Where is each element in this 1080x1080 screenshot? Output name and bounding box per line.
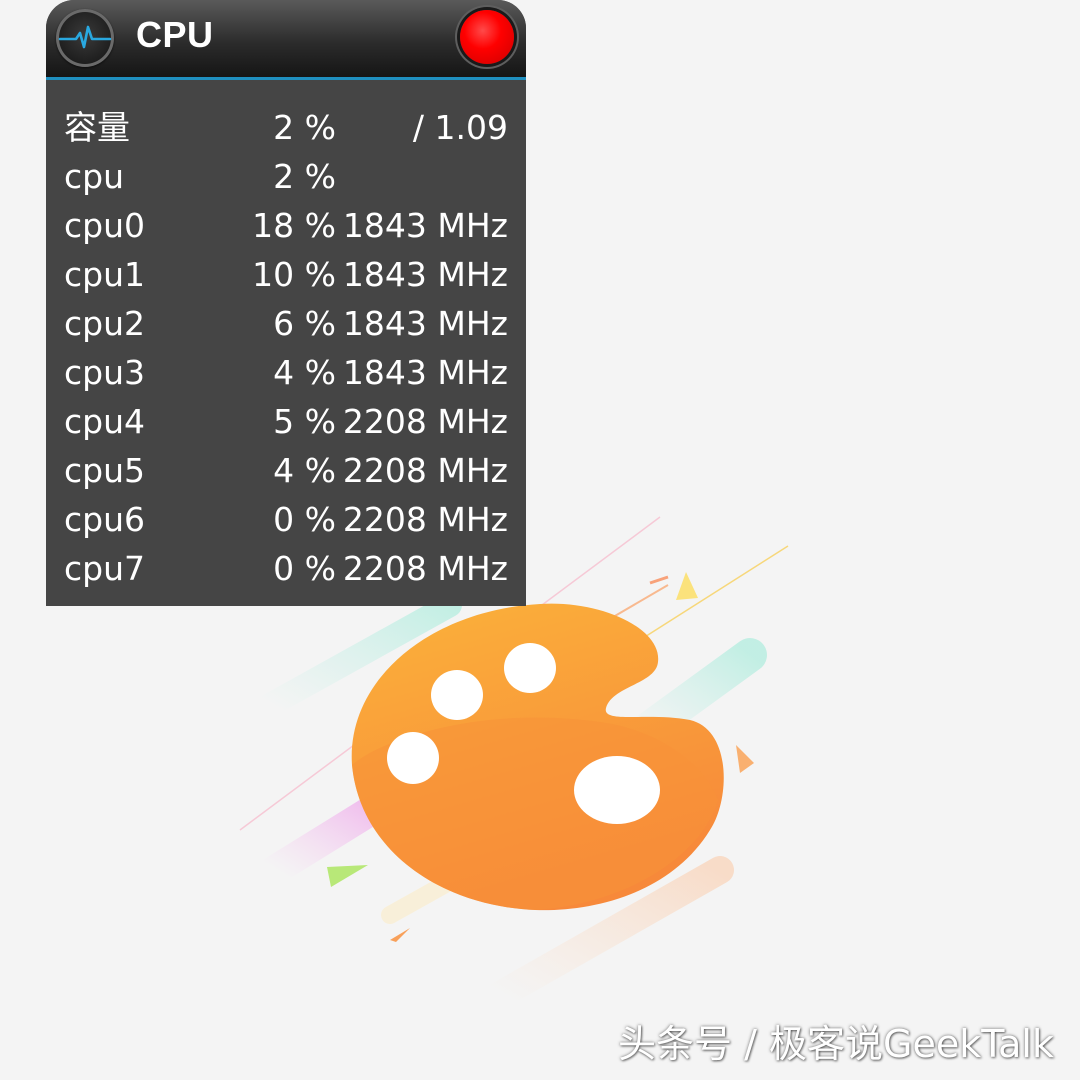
stat-name: cpu2 xyxy=(64,304,146,343)
stat-frequency: 1843 MHz xyxy=(342,255,508,294)
widget-header[interactable]: CPU xyxy=(46,0,526,80)
pulse-wave-icon[interactable] xyxy=(56,9,114,67)
watermark-text: 头条号 / 极客说GeekTalk xyxy=(618,1022,1054,1066)
stat-percent: 18 % xyxy=(252,206,336,245)
cpu-stats-list: 容量 2 % / 1.09 cpu 2 % cpu0 18 % 1843 MHz… xyxy=(46,80,526,593)
stat-percent: 6 % xyxy=(273,304,336,343)
stat-name: cpu1 xyxy=(64,255,146,294)
stat-frequency: 1843 MHz xyxy=(342,353,508,392)
stat-percent: 4 % xyxy=(273,353,336,392)
stat-row-cpu6: cpu6 0 % 2208 MHz xyxy=(46,495,526,544)
stat-row-cpu7: cpu7 0 % 2208 MHz xyxy=(46,544,526,593)
stat-row-cpu5: cpu5 4 % 2208 MHz xyxy=(46,446,526,495)
stat-frequency: 1843 MHz xyxy=(342,206,508,245)
stat-percent: 10 % xyxy=(252,255,336,294)
stat-percent: 0 % xyxy=(273,500,336,539)
stat-name: cpu5 xyxy=(64,451,146,490)
stat-row-cpu0: cpu0 18 % 1843 MHz xyxy=(46,201,526,250)
cpu-monitor-widget[interactable]: CPU 容量 2 % / 1.09 cpu 2 % cpu0 18 % 1843… xyxy=(46,0,526,606)
stat-frequency: 2208 MHz xyxy=(342,500,508,539)
stat-frequency: 2208 MHz xyxy=(342,451,508,490)
stat-percent: 0 % xyxy=(273,549,336,588)
stat-name: 容量 xyxy=(64,108,130,147)
stat-name: cpu3 xyxy=(64,353,146,392)
screen: CPU 容量 2 % / 1.09 cpu 2 % cpu0 18 % 1843… xyxy=(0,0,1080,1080)
stat-frequency: 1843 MHz xyxy=(342,304,508,343)
stat-percent: 2 % xyxy=(273,157,336,196)
stat-name: cpu4 xyxy=(64,402,146,441)
stat-frequency: 2208 MHz xyxy=(342,549,508,588)
stat-row-cpu-total: cpu 2 % xyxy=(46,152,526,201)
stat-name: cpu0 xyxy=(64,206,146,245)
stat-percent: 4 % xyxy=(273,451,336,490)
stat-row-cpu4: cpu4 5 % 2208 MHz xyxy=(46,397,526,446)
widget-title: CPU xyxy=(136,14,214,55)
close-button[interactable] xyxy=(460,10,514,64)
stat-name: cpu6 xyxy=(64,500,146,539)
paint-palette-icon xyxy=(351,603,724,911)
stat-row-cpu3: cpu3 4 % 1843 MHz xyxy=(46,348,526,397)
stat-percent: 5 % xyxy=(273,402,336,441)
stat-load-average: / 1.09 xyxy=(412,108,508,147)
stat-name: cpu xyxy=(64,157,125,196)
stat-row-cpu2: cpu2 6 % 1843 MHz xyxy=(46,299,526,348)
stat-frequency: 2208 MHz xyxy=(342,402,508,441)
stat-name: cpu7 xyxy=(64,549,146,588)
stat-row-cpu1: cpu1 10 % 1843 MHz xyxy=(46,250,526,299)
stat-percent: 2 % xyxy=(273,108,336,147)
stat-row-capacity: 容量 2 % / 1.09 xyxy=(46,103,526,152)
